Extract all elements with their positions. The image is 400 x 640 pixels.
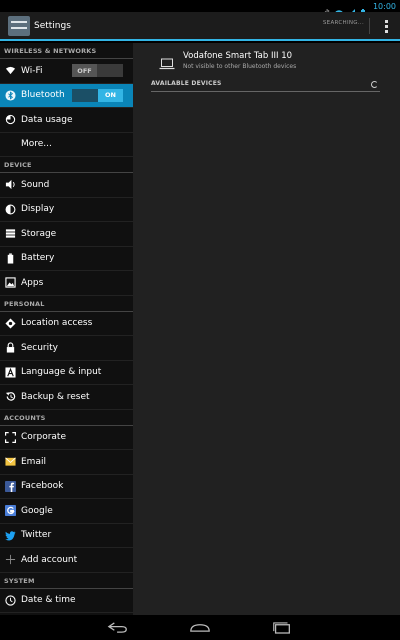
language-icon [4,366,16,378]
sidebar-item-label: Display [21,204,55,215]
own-device-row[interactable]: Vodafone Smart Tab III 10 Not visible to… [155,51,385,73]
back-icon [107,622,127,633]
storage-icon [4,228,16,240]
sidebar-item-date-time[interactable]: Date & time [0,589,133,613]
home-icon [190,624,210,632]
clock-icon [4,594,16,606]
facebook-icon [4,480,16,492]
sidebar-item-storage[interactable]: Storage [0,222,133,247]
action-bar: Settings SEARCHING... [0,12,400,41]
action-bar-divider [369,18,370,34]
sidebar-item-google[interactable]: Google [0,499,133,524]
brightness-icon [4,203,16,215]
settings-sidebar: WIRELESS & NETWORKS Wi-Fi OFF Bluetooth … [0,43,133,615]
page-title: Settings [34,20,71,31]
sidebar-item-label: Data usage [21,114,73,125]
status-clock: 10:00 [372,1,396,11]
home-button[interactable] [184,619,216,637]
sidebar-item-display[interactable]: Display [0,198,133,222]
sidebar-item-bluetooth[interactable]: Bluetooth ON [0,83,133,108]
sidebar-item-security[interactable]: Security [0,336,133,361]
data-usage-icon [4,114,16,126]
progress-spinner-icon [371,81,378,88]
sidebar-item-label: Twitter [21,530,52,541]
plus-icon [4,554,16,566]
device-name: Vodafone Smart Tab III 10 [183,51,293,61]
sidebar-item-label: Corporate [21,432,66,443]
corporate-icon [4,431,16,443]
battery-icon [4,252,16,264]
bluetooth-icon [4,89,16,101]
location-icon [4,317,16,329]
navigation-bar [0,615,400,640]
searching-button[interactable]: SEARCHING... [323,20,364,26]
sidebar-item-label: Sound [21,179,50,190]
sidebar-item-label: Language & input [21,367,102,378]
sidebar-item-wifi[interactable]: Wi-Fi OFF [0,59,133,84]
sidebar-item-label: Date & time [21,595,76,606]
sidebar-item-label: Google [21,505,53,516]
sidebar-item-label: Bluetooth [21,90,65,101]
twitter-icon [4,529,16,541]
wifi-status-icon [335,2,343,16]
sidebar-item-label: Backup & reset [21,391,90,402]
speaker-icon [4,179,16,191]
sidebar-item-label: Security [21,342,58,353]
section-header-system: SYSTEM [0,573,133,589]
sidebar-item-twitter[interactable]: Twitter [0,524,133,548]
sidebar-item-label: Location access [21,318,93,329]
available-devices-header: AVAILABLE DEVICES [151,80,380,92]
sidebar-item-facebook[interactable]: Facebook [0,475,133,499]
sidebar-item-label: Storage [21,228,57,239]
bluetooth-toggle-state: ON [98,88,123,102]
bluetooth-toggle[interactable]: ON [72,88,123,102]
section-header-accounts: ACCOUNTS [0,410,133,426]
sidebar-item-corporate[interactable]: Corporate [0,426,133,450]
sidebar-item-language-input[interactable]: Language & input [0,361,133,385]
wifi-icon [4,65,16,77]
status-bar: 10:00 [0,0,400,18]
sidebar-item-label: Facebook [21,481,64,492]
sidebar-item-more[interactable]: More... [0,133,133,157]
sidebar-item-label: Add account [21,554,78,565]
sidebar-item-backup-reset[interactable]: Backup & reset [0,385,133,410]
signal-status-icon [346,2,355,17]
wifi-toggle[interactable]: OFF [72,64,123,77]
wifi-toggle-state: OFF [72,64,97,77]
section-header-device: DEVICE [0,157,133,173]
recent-apps-button[interactable] [266,619,298,637]
sidebar-item-add-account[interactable]: Add account [0,548,133,573]
sidebar-item-email[interactable]: Email [0,450,133,475]
back-button[interactable] [102,619,134,637]
overflow-menu-icon[interactable] [382,19,390,35]
sidebar-item-label: Apps [21,277,44,288]
sidebar-item-label: More... [21,139,52,150]
battery-status-icon [359,2,367,17]
sidebar-item-battery[interactable]: Battery [0,247,133,271]
backup-icon [4,391,16,403]
device-visibility-status: Not visible to other Bluetooth devices [183,63,297,70]
bluetooth-pane: Vodafone Smart Tab III 10 Not visible to… [133,43,400,615]
sidebar-item-label: Wi-Fi [21,65,43,76]
sidebar-item-label: Email [21,456,46,467]
section-header-wireless: WIRELESS & NETWORKS [0,43,133,59]
recent-apps-icon [273,622,290,634]
sidebar-item-data-usage[interactable]: Data usage [0,108,133,133]
laptop-icon [159,55,175,70]
settings-app-icon[interactable] [8,15,30,36]
sidebar-item-sound[interactable]: Sound [0,173,133,198]
lock-icon [4,342,16,354]
apps-icon [4,277,16,289]
available-devices-label: AVAILABLE DEVICES [151,80,222,87]
sidebar-item-label: Battery [21,253,55,264]
bluetooth-status-icon [323,2,331,18]
sidebar-item-apps[interactable]: Apps [0,271,133,296]
google-icon [4,505,16,517]
sidebar-item-location-access[interactable]: Location access [0,312,133,336]
email-icon [4,456,16,468]
section-header-personal: PERSONAL [0,296,133,312]
